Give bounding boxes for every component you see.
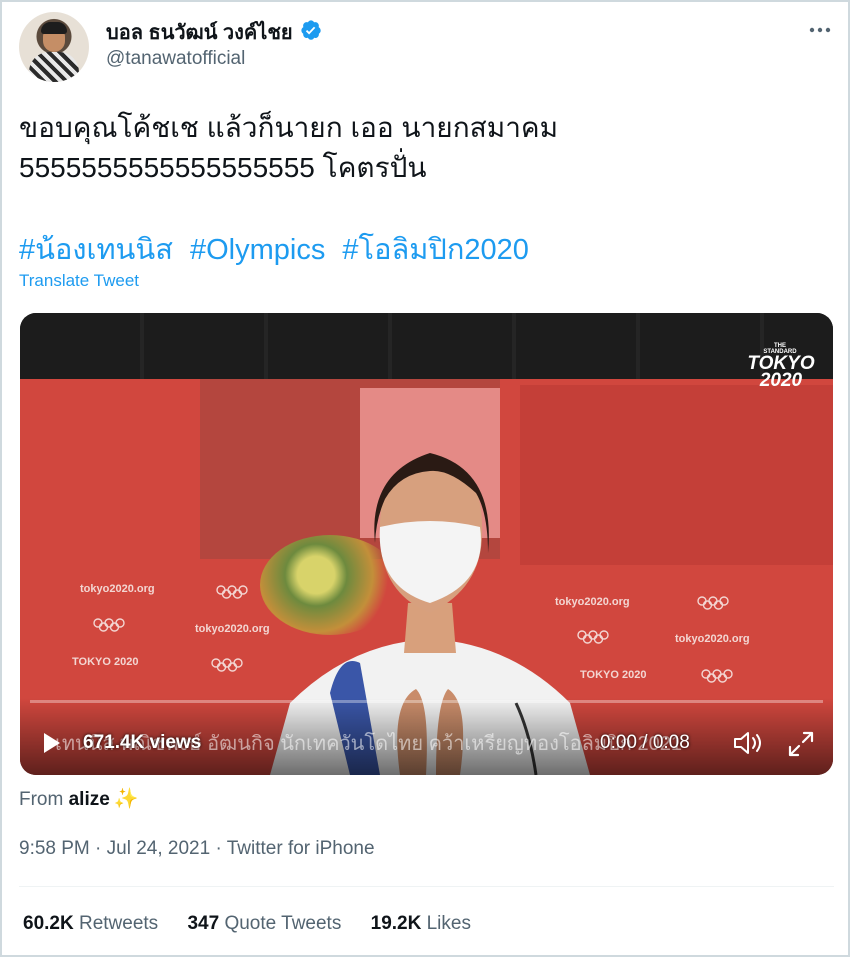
sparkles-icon: ✨ [113,788,139,810]
avatar[interactable] [19,12,89,82]
tweet-text-line: 5555555555555555555 โคตรปั่น [19,152,427,183]
hashtag-link[interactable]: #โอลิมปิก2020 [342,234,529,266]
verified-icon [301,20,321,40]
olympic-rings-icon [93,618,125,632]
hashtag-link[interactable]: #Olympics [190,234,325,266]
tweet-text-line: ขอบคุณโค้ชเช แล้วก็นายก เออ นายกสมาคม [19,112,559,143]
board-text: tokyo2020.org [675,633,750,645]
board-text: TOKYO 2020 [72,656,139,668]
author-handle[interactable]: @tanawatofficial [106,48,245,70]
engagement-stats: 60.2K Retweets 347 Quote Tweets 19.2K Li… [23,913,495,935]
tweet-timestamp[interactable]: 9:58 PM · Jul 24, 2021 · Twitter for iPh… [19,838,375,860]
video-badge-brand: TOKYO 2020 [747,353,815,391]
translate-tweet-link[interactable]: Translate Tweet [19,271,139,291]
source-prefix: From [19,789,64,810]
video-background-wall [20,313,833,383]
olympic-rings-icon [697,596,729,610]
source-name[interactable]: alize [69,789,110,810]
likes-count: 19.2K [370,913,422,934]
olympic-rings-icon [701,669,733,683]
author-display-name[interactable]: บอล ธนวัฒน์ วงค์ไชย [106,16,293,48]
retweets-label: Retweets [78,913,159,934]
video-player[interactable]: tokyo2020.org tokyo2020.org tokyo2020.or… [20,313,833,775]
board-text: tokyo2020.org [80,583,155,595]
fullscreen-icon[interactable] [787,730,815,758]
more-icon[interactable] [806,20,834,40]
volume-icon[interactable] [732,731,764,755]
play-icon[interactable] [42,731,62,755]
video-progress-bar[interactable] [30,700,823,703]
source-attribution: From alize ✨ [19,786,139,811]
avatar-hair [41,22,67,34]
quote-tweets-count: 347 [187,913,220,934]
likes-label: Likes [426,913,471,934]
quote-tweets-stat[interactable]: 347 Quote Tweets [187,913,341,934]
avatar-shirt [29,52,79,82]
tweet-text: ขอบคุณโค้ชเช แล้วก็นายก เออ นายกสมาคม 55… [19,108,819,188]
divider [19,886,834,887]
retweets-count: 60.2K [23,913,74,934]
hashtag-link[interactable]: #น้องเทนนิส [19,234,173,266]
video-view-count: 671.4K views [83,732,202,753]
hashtags: #น้องเทนนิส #Olympics #โอลิมปิก2020 [19,226,538,272]
retweets-stat[interactable]: 60.2K Retweets [23,913,158,934]
quote-tweets-label: Quote Tweets [224,913,342,934]
video-time: 0:00 / 0:08 [600,732,690,753]
likes-stat[interactable]: 19.2K Likes [371,913,471,934]
